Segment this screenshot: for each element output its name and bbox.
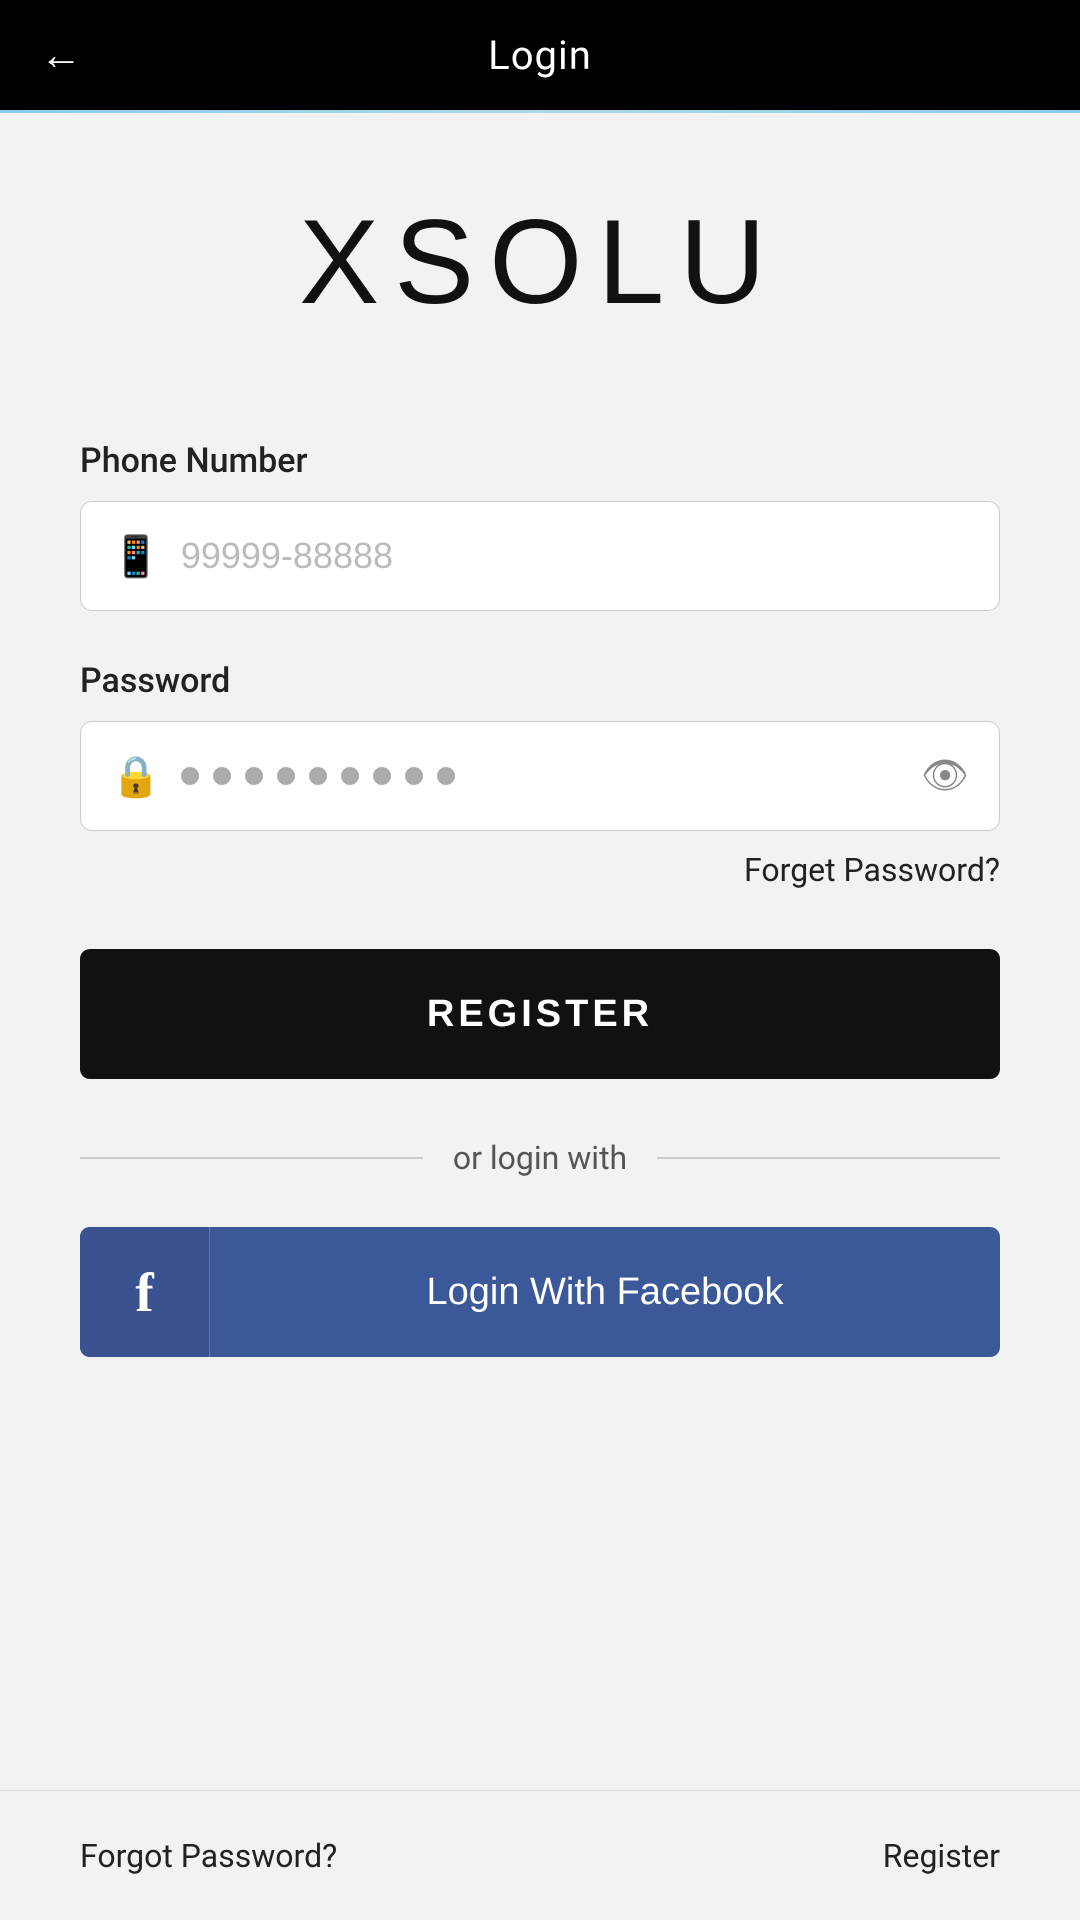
- bottom-nav: Forgot Password? Register: [0, 1790, 1080, 1920]
- facebook-label: Login With Facebook: [210, 1271, 1000, 1314]
- password-dot: [373, 767, 391, 785]
- back-button[interactable]: ←: [40, 31, 82, 80]
- password-dot: [437, 767, 455, 785]
- bottom-register[interactable]: Register: [883, 1837, 1000, 1875]
- app-header: ← Login: [0, 0, 1080, 110]
- phone-icon: 📱: [111, 533, 161, 580]
- password-dot: [309, 767, 327, 785]
- password-dot: [341, 767, 359, 785]
- password-dot: [277, 767, 295, 785]
- password-dots: [181, 767, 901, 785]
- password-input-wrapper: 🔒 👁: [80, 721, 1000, 831]
- phone-input[interactable]: [181, 535, 969, 577]
- show-password-icon[interactable]: 👁: [921, 754, 969, 798]
- password-label: Password: [80, 661, 1000, 701]
- phone-input-wrapper: 📱: [80, 501, 1000, 611]
- logo-section: XSOLU: [80, 113, 1000, 391]
- forget-password-link[interactable]: Forget Password?: [80, 851, 1000, 889]
- lock-icon: 🔒: [111, 753, 161, 800]
- password-dot: [181, 767, 199, 785]
- facebook-icon: f: [135, 1261, 153, 1324]
- divider-right: [657, 1157, 1000, 1159]
- facebook-login-button[interactable]: f Login With Facebook: [80, 1227, 1000, 1357]
- divider-section: or login with: [80, 1139, 1000, 1177]
- phone-label: Phone Number: [80, 441, 1000, 481]
- bottom-forgot-password[interactable]: Forgot Password?: [80, 1837, 337, 1875]
- facebook-icon-area: f: [80, 1227, 210, 1357]
- password-dot: [245, 767, 263, 785]
- password-dot: [213, 767, 231, 785]
- password-dot: [405, 767, 423, 785]
- page-title: Login: [488, 32, 592, 79]
- main-content: XSOLU Phone Number 📱 Password 🔒 👁 Forget…: [0, 113, 1080, 1793]
- app-logo: XSOLU: [299, 193, 781, 331]
- divider-text: or login with: [453, 1139, 627, 1177]
- divider-left: [80, 1157, 423, 1159]
- register-button[interactable]: REGISTER: [80, 949, 1000, 1079]
